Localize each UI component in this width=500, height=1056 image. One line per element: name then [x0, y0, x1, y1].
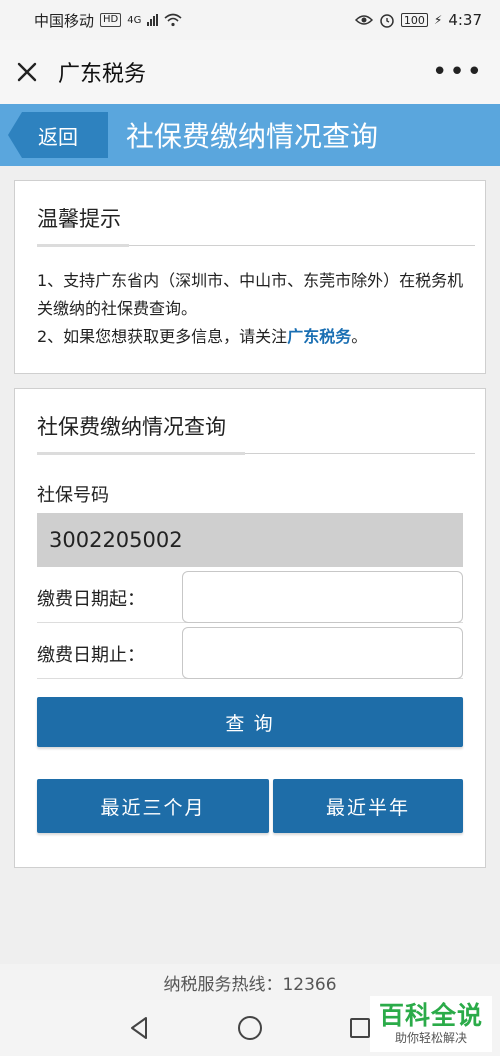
watermark-logo: 百科全说 助你轻松解决: [370, 996, 492, 1052]
end-date-row: 缴费日期止：: [37, 627, 463, 679]
hd-badge: HD: [100, 13, 122, 27]
tips-heading: 温馨提示: [37, 207, 121, 231]
query-card: 社保费缴纳情况查询 社保号码 3002205002 缴费日期起： 缴费日期止： …: [14, 388, 486, 868]
watermark-title: 百科全说: [378, 1001, 483, 1030]
tip-line-2-prefix: 2、如果您想获取更多信息，请关注: [37, 327, 288, 346]
battery-level: 100: [403, 13, 425, 27]
status-left: 中国移动 HD 4G: [34, 10, 182, 31]
tip-line-2-suffix: 。: [351, 327, 368, 346]
wechat-title: 广东税务: [58, 62, 147, 87]
tip-line-1: 1、支持广东省内（深圳市、中山市、东莞市除外）在税务机关缴纳的社保费查询。: [37, 271, 464, 318]
page-header: 返回 社保费缴纳情况查询: [0, 104, 500, 166]
nav-home-icon[interactable]: [238, 1016, 262, 1040]
watermark-subtitle: 助你轻松解决: [394, 1031, 467, 1045]
page-title: 社保费缴纳情况查询: [126, 120, 379, 153]
query-heading: 社保费缴纳情况查询: [37, 415, 226, 439]
status-right: 100 ⚡ 4:37: [354, 11, 482, 29]
query-divider: [37, 452, 475, 455]
carrier-name: 中国移动: [34, 11, 95, 30]
ssn-field: 3002205002: [37, 513, 463, 567]
network-type: 4G: [127, 14, 142, 26]
query-button[interactable]: 查 询: [37, 697, 463, 747]
battery-icon: 100: [400, 13, 428, 27]
tip-line-2: 2、如果您想获取更多信息，请关注广东税务。: [37, 323, 467, 351]
wechat-top-bar: 广东税务 •••: [0, 40, 500, 104]
last-three-months-button[interactable]: 最近三个月: [37, 779, 269, 833]
guangdong-tax-link[interactable]: 广东税务: [287, 327, 351, 346]
start-date-label: 缴费日期起：: [37, 589, 145, 610]
start-date-row: 缴费日期起：: [37, 571, 463, 623]
last-half-year-button[interactable]: 最近半年: [273, 779, 463, 833]
close-icon[interactable]: [16, 61, 38, 83]
end-date-input[interactable]: [182, 627, 463, 679]
more-icon[interactable]: •••: [432, 57, 484, 87]
end-date-label: 缴费日期止：: [37, 645, 145, 666]
hotline-footer: 纳税服务热线：12366: [0, 964, 500, 1000]
alarm-icon: [380, 14, 394, 28]
wifi-icon: [164, 13, 182, 27]
eye-icon: [354, 15, 373, 25]
charging-icon: ⚡: [433, 13, 443, 27]
tips-card: 温馨提示 1、支持广东省内（深圳市、中山市、东莞市除外）在税务机关缴纳的社保费查…: [14, 180, 486, 374]
start-date-input[interactable]: [182, 571, 463, 623]
signal-icon: [147, 14, 159, 26]
status-bar: 中国移动 HD 4G 100 ⚡ 4:37: [0, 0, 500, 40]
clock: 4:37: [448, 11, 482, 29]
tips-divider: [37, 244, 475, 247]
nav-recent-icon[interactable]: [350, 1018, 370, 1038]
nav-back-icon[interactable]: [128, 1016, 150, 1040]
ssn-label: 社保号码: [37, 485, 109, 506]
back-button[interactable]: 返回: [8, 112, 108, 158]
